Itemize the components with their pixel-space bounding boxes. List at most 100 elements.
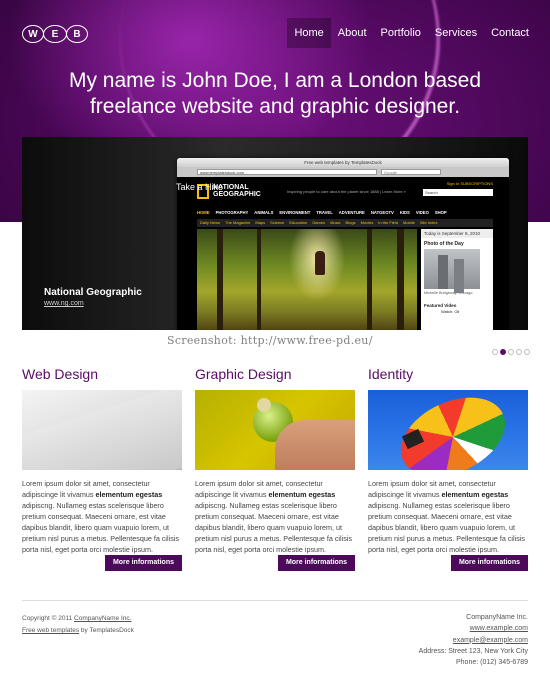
slide-photo-caption: Take a Hike xyxy=(176,182,224,192)
identity-image xyxy=(368,390,528,470)
apple-bite xyxy=(257,398,271,412)
hiker-figure xyxy=(315,251,325,275)
more-informations-button[interactable]: More informations xyxy=(450,555,528,571)
text-part: adipiscng. Nullameg estas scelerisque li… xyxy=(368,501,525,554)
ng-subscriptions: Sign In SUBSCRIPTIONS xyxy=(446,181,493,186)
section-title: Graphic Design xyxy=(195,366,292,382)
tree-trunk xyxy=(217,229,223,330)
ng-subnav-item: Blogs xyxy=(345,220,356,225)
contact-email-link[interactable]: example@example.com xyxy=(453,637,528,644)
ng-subnav-item: Maps xyxy=(255,220,266,225)
contact-company: CompanyName Inc. xyxy=(466,614,528,621)
ng-tagline: Inspiring people to care about the plane… xyxy=(287,189,406,194)
more-informations-button[interactable]: More informations xyxy=(104,555,182,571)
keyboard-key xyxy=(22,390,182,470)
ng-nav-item: NATGEOTV xyxy=(370,210,394,215)
nav-about[interactable]: About xyxy=(331,18,374,48)
ng-logo-line: GEOGRAPHIC xyxy=(213,191,261,198)
templates-line: Free web templates by TemplatesDock xyxy=(22,625,134,637)
slider-dot[interactable] xyxy=(516,349,522,355)
ng-nav-item: SHOP xyxy=(434,210,447,215)
ng-subnav-item: Games xyxy=(312,220,326,225)
text-emphasis: elementum egestas xyxy=(95,490,163,499)
browser-titlebar: Free web templates by TemplatesDock xyxy=(177,158,509,167)
browser-address-bar: www.templatesdock.com xyxy=(197,169,377,175)
tagline-line: My name is John Doe, I am a London based xyxy=(68,69,482,92)
ng-nav-item: TRAVEL xyxy=(316,210,333,215)
featured-slider[interactable]: Free web templates by TemplatesDock www.… xyxy=(22,137,528,330)
ng-nav-item: ENVIRONMENT xyxy=(279,210,311,215)
ng-subnav-item: Site Index xyxy=(419,220,438,225)
ng-nav-item: KIDS xyxy=(399,210,410,215)
contact-phone: Phone: (012) 345-6789 xyxy=(456,659,528,667)
nav-home[interactable]: Home xyxy=(287,18,331,48)
copyright-text: Copyright © 2011 xyxy=(22,615,75,622)
ng-subnav-item: Daily News xyxy=(200,220,221,225)
slide-url-link[interactable]: www.ng.com xyxy=(44,300,84,307)
section-text: Lorem ipsum dolor sit amet, consectetur … xyxy=(22,478,182,554)
ng-featured-video: Featured Video xyxy=(424,303,457,308)
ng-subnav-item: In the Field xyxy=(378,220,399,225)
logo-letter: E xyxy=(43,25,67,43)
text-emphasis: elementum egestas xyxy=(441,490,509,499)
ng-subnav-item: Mobile xyxy=(403,220,415,225)
text-part: adipiscng. Nullameg estas scelerisque li… xyxy=(22,501,179,554)
browser-screenshot: Free web templates by TemplatesDock www.… xyxy=(177,158,509,330)
slider-dot[interactable] xyxy=(508,349,514,355)
section-title: Web Design xyxy=(22,366,99,382)
nav-contact[interactable]: Contact xyxy=(484,18,536,48)
ng-photo-of-day: Photo of the Day xyxy=(424,241,464,247)
section-text: Lorem ipsum dolor sit amet, consectetur … xyxy=(195,478,355,554)
logo-letter: B xyxy=(66,25,88,43)
service-column-web-design: Web Design Lorem ipsum dolor sit amet, c… xyxy=(22,366,182,571)
more-informations-button[interactable]: More informations xyxy=(277,555,355,571)
tagline-line: freelance website and graphic designer. xyxy=(89,95,461,118)
text-part: adipiscng. Nullameg estas scelerisque li… xyxy=(195,501,352,554)
slider-dot-active[interactable] xyxy=(500,349,506,355)
browser-search-box: Google xyxy=(381,169,441,175)
ng-subnav-item: Education xyxy=(289,220,308,225)
ng-subnav-item: Movies xyxy=(360,220,374,225)
ng-subnav-item: Science xyxy=(270,220,285,225)
tree-trunk xyxy=(397,229,404,330)
ng-nav-item: VIDEO xyxy=(415,210,429,215)
footer-contact: CompanyName Inc. www.example.com example… xyxy=(419,612,528,668)
section-text: Lorem ipsum dolor sit amet, consectetur … xyxy=(368,478,528,554)
ng-subnav-item: Music xyxy=(330,220,341,225)
templates-suffix: by TemplatesDock xyxy=(79,627,134,634)
ng-hero-photo xyxy=(197,229,417,330)
ng-nav-item: HOME xyxy=(197,210,210,215)
tree-trunk xyxy=(367,229,372,330)
company-link[interactable]: CompanyName Inc. xyxy=(74,615,131,622)
slider-dot[interactable] xyxy=(492,349,498,355)
ng-search: Search xyxy=(423,189,493,196)
ng-subnav-item: The Magazine xyxy=(225,220,251,225)
ng-website: NATIONAL GEOGRAPHIC Inspiring people to … xyxy=(177,177,509,330)
screenshot-watermark: Screenshot: http://www.free-pd.eu/ xyxy=(167,334,373,347)
web-design-image xyxy=(22,390,182,470)
service-column-identity: Identity Lorem ipsum dolor sit amet, con… xyxy=(368,366,528,571)
hot-air-balloon xyxy=(388,390,518,470)
hero-tagline: My name is John Doe, I am a London based… xyxy=(0,68,550,120)
site-logo[interactable]: W E B xyxy=(22,25,88,43)
main-nav: Home About Portfolio Services Contact xyxy=(287,18,536,48)
ng-nav-item: ADVENTURE xyxy=(338,210,365,215)
templates-link[interactable]: Free web templates xyxy=(22,627,79,634)
ng-photo-caption: Michelle Bridgeway, Chicago xyxy=(424,291,473,295)
ng-nav-item: PHOTOGRAPHY xyxy=(215,210,249,215)
nav-services[interactable]: Services xyxy=(428,18,484,48)
footer-copyright: Copyright © 2011 CompanyName Inc. Free w… xyxy=(22,613,134,637)
section-title: Identity xyxy=(368,366,414,382)
tree-trunk xyxy=(257,229,261,330)
nav-portfolio[interactable]: Portfolio xyxy=(374,18,428,48)
ng-nav-item: ANIMALS xyxy=(254,210,274,215)
slider-pagination xyxy=(492,349,530,355)
ng-featured-video-item: Watch: Oil xyxy=(441,309,460,314)
slide-title: National Geographic xyxy=(44,287,142,298)
browser-toolbar: www.templatesdock.com Google xyxy=(177,167,509,177)
contact-website-link[interactable]: www.example.com xyxy=(470,625,528,632)
logo-letter: W xyxy=(22,25,44,43)
slider-dot[interactable] xyxy=(524,349,530,355)
hand xyxy=(275,420,355,470)
ng-nav: HOME PHOTOGRAPHY ANIMALS ENVIRONMENT TRA… xyxy=(197,208,493,217)
